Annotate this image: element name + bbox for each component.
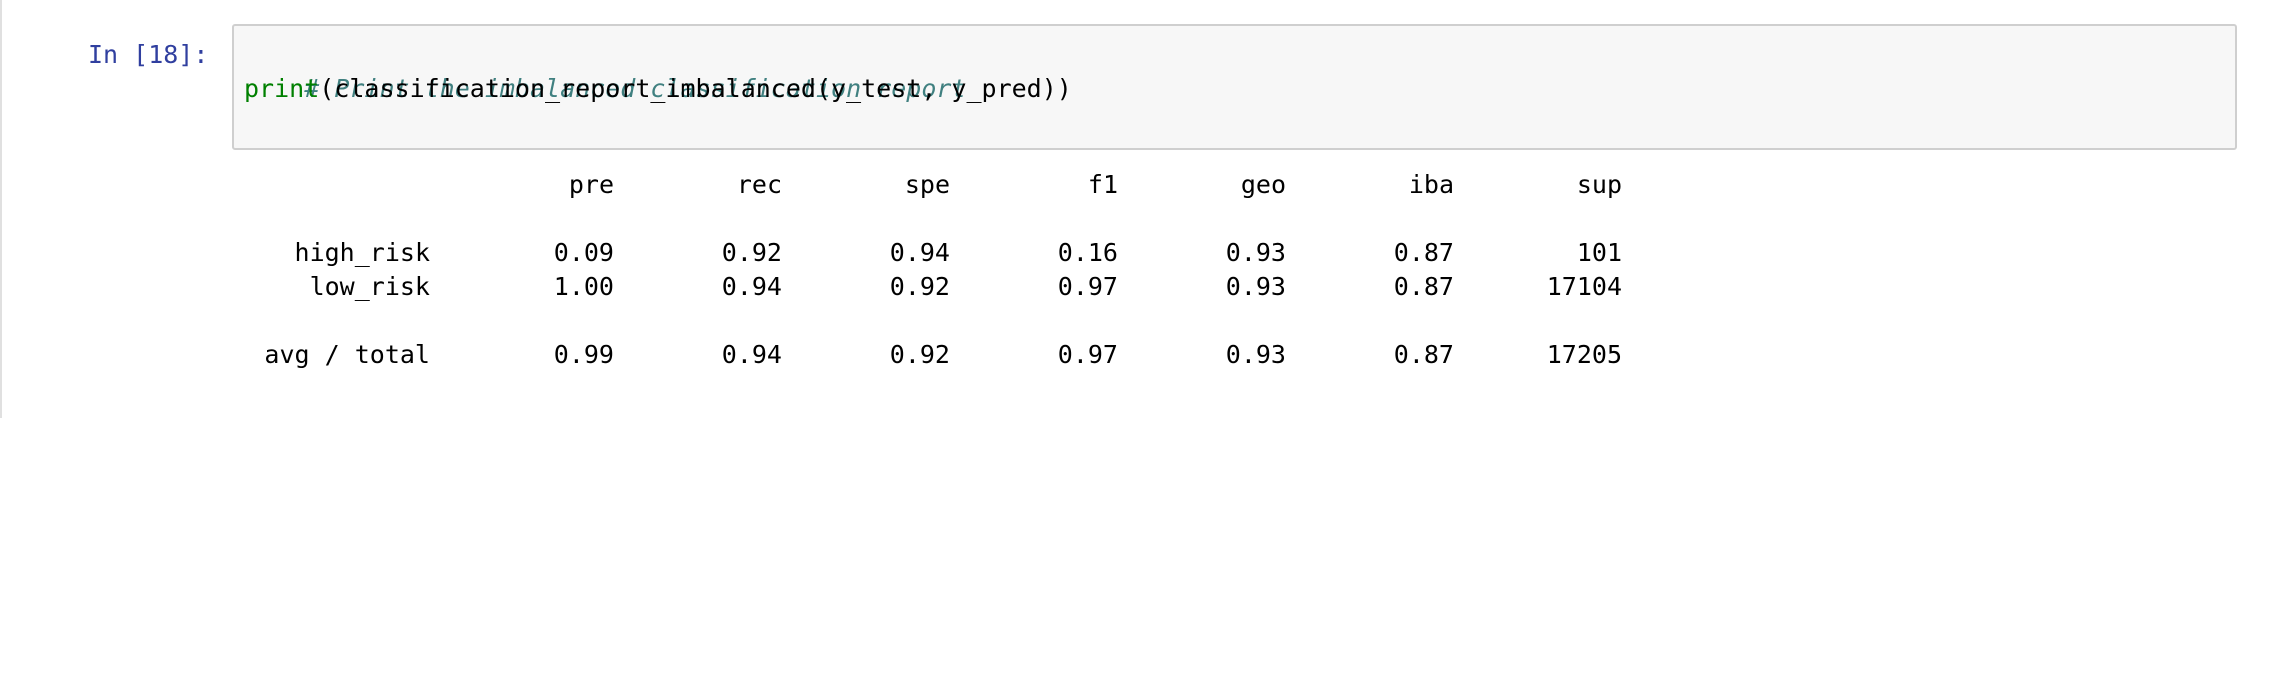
- value-iba: 0.87: [1393, 340, 1454, 369]
- header-rec: rec: [736, 170, 782, 199]
- value-f1: 0.16: [1057, 238, 1118, 267]
- value-sup: 17104: [1546, 272, 1622, 301]
- input-prompt: In [18]:: [88, 40, 209, 69]
- code-input-area[interactable]: # Print the imbalanced classification re…: [232, 24, 2237, 150]
- value-pre: 1.00: [553, 272, 614, 301]
- value-iba: 0.87: [1393, 272, 1454, 301]
- value-f1: 0.97: [1057, 272, 1118, 301]
- value-rec: 0.94: [721, 340, 782, 369]
- cell-left-border: [0, 0, 2, 418]
- code-builtin-print: print: [244, 74, 320, 103]
- value-sup: 101: [1576, 238, 1622, 267]
- row-label: high_risk: [294, 238, 430, 267]
- report-row-high-risk: high_risk 0.09 0.92 0.94 0.16 0.93 0.87 …: [242, 236, 1622, 270]
- row-label: avg / total: [264, 340, 430, 369]
- value-sup: 17205: [1546, 340, 1622, 369]
- value-f1: 0.97: [1057, 340, 1118, 369]
- value-geo: 0.93: [1225, 238, 1286, 267]
- header-iba: iba: [1408, 170, 1454, 199]
- value-rec: 0.94: [721, 272, 782, 301]
- value-spe: 0.92: [889, 340, 950, 369]
- code-line-2: print(classification_report_imbalanced(y…: [244, 72, 1072, 106]
- value-geo: 0.93: [1225, 340, 1286, 369]
- header-pre: pre: [568, 170, 614, 199]
- value-geo: 0.93: [1225, 272, 1286, 301]
- report-row-total: avg / total 0.99 0.94 0.92 0.97 0.93 0.8…: [242, 338, 1622, 372]
- header-sup: sup: [1576, 170, 1622, 199]
- value-iba: 0.87: [1393, 238, 1454, 267]
- value-spe: 0.94: [889, 238, 950, 267]
- code-call: (classification_report_imbalanced(y_test…: [319, 74, 1072, 103]
- header-f1: f1: [1087, 170, 1118, 199]
- value-spe: 0.92: [889, 272, 950, 301]
- header-spe: spe: [904, 170, 950, 199]
- report-row-low-risk: low_risk 1.00 0.94 0.92 0.97 0.93 0.87 1…: [242, 270, 1622, 304]
- row-label: low_risk: [309, 272, 430, 301]
- value-pre: 0.09: [553, 238, 614, 267]
- header-geo: geo: [1240, 170, 1286, 199]
- value-rec: 0.92: [721, 238, 782, 267]
- value-pre: 0.99: [553, 340, 614, 369]
- output-area: pre rec spe f1 geo iba sup high_risk 0.0…: [242, 168, 1622, 372]
- report-header-row: pre rec spe f1 geo iba sup: [242, 168, 1622, 202]
